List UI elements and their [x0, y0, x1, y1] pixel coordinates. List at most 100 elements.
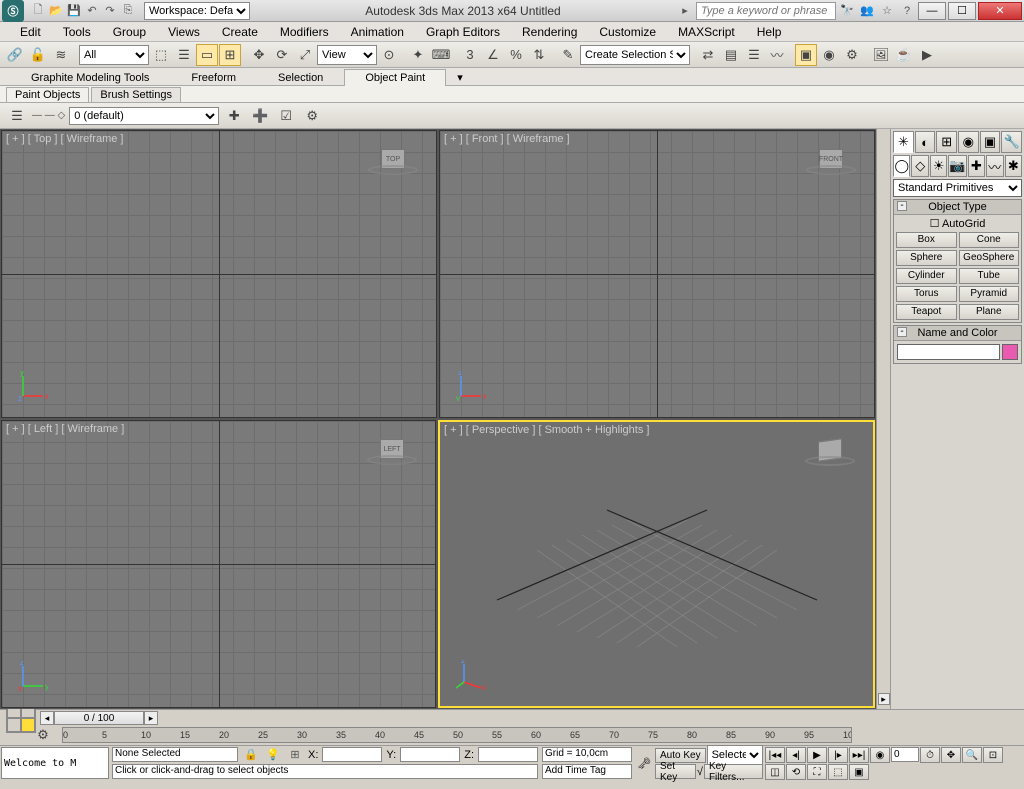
- align-icon[interactable]: ▤: [720, 44, 742, 66]
- material-editor-icon[interactable]: ◉: [818, 44, 840, 66]
- object-name-field[interactable]: [897, 344, 1000, 360]
- viewport-top[interactable]: [ + ] [ Top ] [ Wireframe ] TOP xyz: [1, 130, 437, 418]
- community-icon[interactable]: 👥: [858, 2, 876, 20]
- rotate-icon[interactable]: ⟳: [271, 44, 293, 66]
- manipulate-icon[interactable]: ✦: [407, 44, 429, 66]
- box-button[interactable]: Box: [896, 232, 957, 248]
- schematic-icon[interactable]: ▣: [795, 44, 817, 66]
- open-icon[interactable]: 📂: [48, 3, 64, 19]
- time-slider-handle[interactable]: 0 / 100: [54, 711, 144, 725]
- render-prod-icon[interactable]: ▶: [916, 44, 938, 66]
- help-icon[interactable]: ?: [898, 2, 916, 20]
- time-slider[interactable]: ◂ 0 / 100 ▸: [40, 711, 870, 725]
- autogrid-checkbox[interactable]: ☐ AutoGrid: [896, 217, 1019, 230]
- minimize-button[interactable]: —: [918, 2, 946, 20]
- viewport-front[interactable]: [ + ] [ Front ] [ Wireframe ] FRONT xzy: [439, 130, 875, 418]
- unlink-icon[interactable]: 🔓: [27, 44, 49, 66]
- motion-tab-icon[interactable]: ◉: [958, 131, 979, 153]
- selection-filter-select[interactable]: All: [79, 45, 149, 65]
- maximize-button[interactable]: ☐: [948, 2, 976, 20]
- menu-rendering[interactable]: Rendering: [522, 25, 577, 39]
- viewport-label[interactable]: [ + ] [ Top ] [ Wireframe ]: [6, 133, 123, 145]
- create-tab-icon[interactable]: ✳: [893, 131, 914, 153]
- systems-icon[interactable]: ✱: [1005, 155, 1022, 177]
- tab-freeform[interactable]: Freeform: [170, 69, 257, 86]
- key-filters-button[interactable]: Key Filters...: [704, 764, 763, 779]
- angle-snap-icon[interactable]: ∠: [482, 44, 504, 66]
- panel-collapse[interactable]: ▸: [876, 129, 890, 709]
- set-key-button[interactable]: Set Key: [655, 764, 696, 779]
- menu-help[interactable]: Help: [757, 25, 782, 39]
- key-icon[interactable]: 🗝: [637, 757, 651, 770]
- named-set-edit-icon[interactable]: ✎: [557, 44, 579, 66]
- viewport-perspective[interactable]: [ + ] [ Perspective ] [ Smooth + Highlig…: [438, 420, 875, 708]
- view-cube[interactable]: TOP: [368, 149, 418, 189]
- link-icon[interactable]: 🔗: [4, 44, 26, 66]
- move-icon[interactable]: ✥: [248, 44, 270, 66]
- spacewarps-icon[interactable]: 〰: [986, 155, 1003, 177]
- utilities-tab-icon[interactable]: 🔧: [1001, 131, 1022, 153]
- menu-customize[interactable]: Customize: [599, 25, 656, 39]
- menu-group[interactable]: Group: [113, 25, 146, 39]
- chevron-right-icon[interactable]: ▸: [676, 2, 694, 20]
- view-cube[interactable]: FRONT: [806, 149, 856, 189]
- select-icon[interactable]: ⬚: [150, 44, 172, 66]
- maxscript-listener[interactable]: Welcome to M: [1, 747, 109, 779]
- render-frame-icon[interactable]: 🖼: [870, 44, 892, 66]
- torus-button[interactable]: Torus: [896, 286, 957, 302]
- sphere-button[interactable]: Sphere: [896, 250, 957, 266]
- menu-grapheditors[interactable]: Graph Editors: [426, 25, 500, 39]
- maximize-viewport-icon[interactable]: ⛶: [807, 764, 827, 780]
- y-field[interactable]: [400, 747, 460, 762]
- save-icon[interactable]: 💾: [66, 3, 82, 19]
- workspace-selector[interactable]: Workspace: Default: [144, 2, 250, 20]
- key-mode-toggle-icon[interactable]: ◉: [870, 747, 890, 763]
- ref-coord-select[interactable]: View: [317, 45, 377, 65]
- menu-tools[interactable]: Tools: [63, 25, 91, 39]
- coord-mode-icon[interactable]: ⊞: [286, 746, 304, 764]
- orbit-icon[interactable]: ⟲: [786, 764, 806, 780]
- tab-selection[interactable]: Selection: [257, 69, 344, 86]
- menu-animation[interactable]: Animation: [351, 25, 404, 39]
- isolate-icon[interactable]: 💡: [264, 746, 282, 764]
- workspace-select[interactable]: Workspace: Default: [144, 2, 250, 20]
- percent-snap-icon[interactable]: %: [505, 44, 527, 66]
- cone-button[interactable]: Cone: [959, 232, 1020, 248]
- pivot-icon[interactable]: ⊙: [378, 44, 400, 66]
- teapot-button[interactable]: Teapot: [896, 304, 957, 320]
- goto-end-icon[interactable]: ▸▸|: [849, 747, 869, 763]
- layer-new-icon[interactable]: ✚: [223, 105, 245, 127]
- link-icon[interactable]: ⎘: [120, 3, 136, 19]
- layer-select-icon[interactable]: ☑: [275, 105, 297, 127]
- object-color-swatch[interactable]: [1002, 344, 1018, 360]
- layer-props-icon[interactable]: ⚙: [301, 105, 323, 127]
- layer-select[interactable]: 0 (default): [69, 107, 219, 125]
- display-tab-icon[interactable]: ▣: [980, 131, 1001, 153]
- goto-start-icon[interactable]: |◂◂: [765, 747, 785, 763]
- chevron-right-icon[interactable]: ▸: [878, 693, 890, 705]
- time-ruler[interactable]: 0510152025303540455055606570758085909510…: [62, 727, 852, 743]
- category-select[interactable]: Standard Primitives: [893, 179, 1022, 197]
- named-selection-select[interactable]: Create Selection Se: [580, 45, 690, 65]
- cameras-icon[interactable]: 📷: [948, 155, 966, 177]
- cylinder-button[interactable]: Cylinder: [896, 268, 957, 284]
- fov-icon[interactable]: ◫: [765, 764, 785, 780]
- subtab-brush-settings[interactable]: Brush Settings: [91, 87, 181, 102]
- search-input[interactable]: [696, 2, 836, 20]
- undo-icon[interactable]: ↶: [84, 3, 100, 19]
- lock-icon[interactable]: 🔒: [242, 746, 260, 764]
- subtab-paint-objects[interactable]: Paint Objects: [6, 87, 89, 102]
- time-config-icon[interactable]: ⏱: [920, 747, 940, 763]
- rollout-header[interactable]: -Object Type: [894, 200, 1021, 215]
- menu-create[interactable]: Create: [222, 25, 258, 39]
- tab-graphite[interactable]: Graphite Modeling Tools: [10, 69, 170, 86]
- binoculars-icon[interactable]: 🔭: [838, 2, 856, 20]
- x-field[interactable]: [322, 747, 382, 762]
- keyboard-icon[interactable]: ⌨: [430, 44, 452, 66]
- next-frame-icon[interactable]: ▸: [144, 711, 158, 725]
- favorites-icon[interactable]: ☆: [878, 2, 896, 20]
- layer-add-icon[interactable]: ➕: [249, 105, 271, 127]
- close-button[interactable]: ✕: [978, 2, 1022, 20]
- view-cube[interactable]: LEFT: [367, 439, 417, 479]
- key-filter-icon[interactable]: √: [697, 766, 703, 778]
